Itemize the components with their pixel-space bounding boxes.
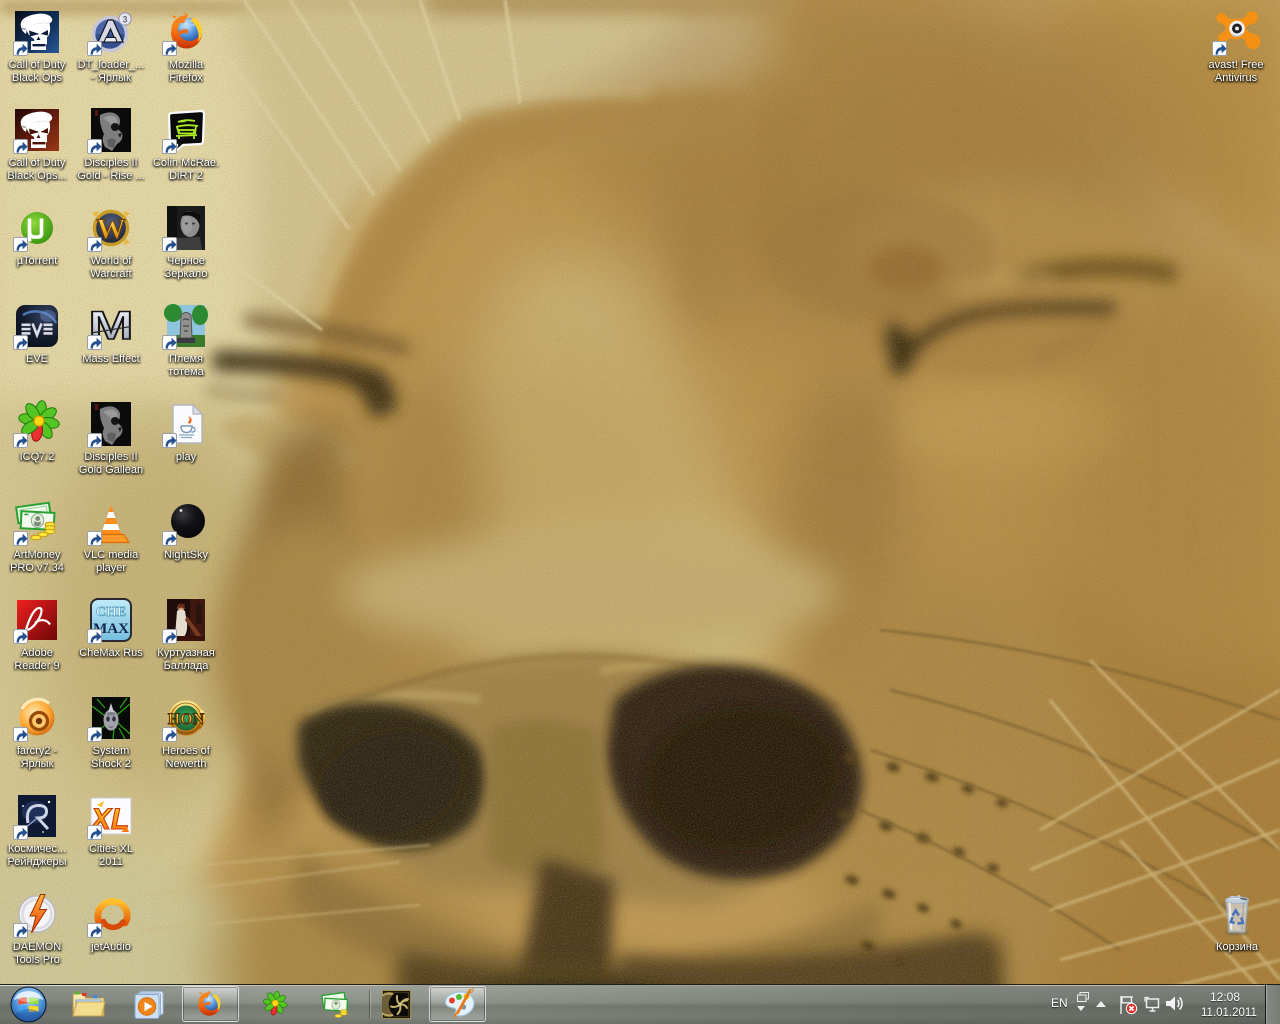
svg-text:HON: HON bbox=[168, 711, 205, 728]
svg-text:3: 3 bbox=[122, 15, 127, 25]
svg-text:CHE: CHE bbox=[96, 605, 126, 620]
